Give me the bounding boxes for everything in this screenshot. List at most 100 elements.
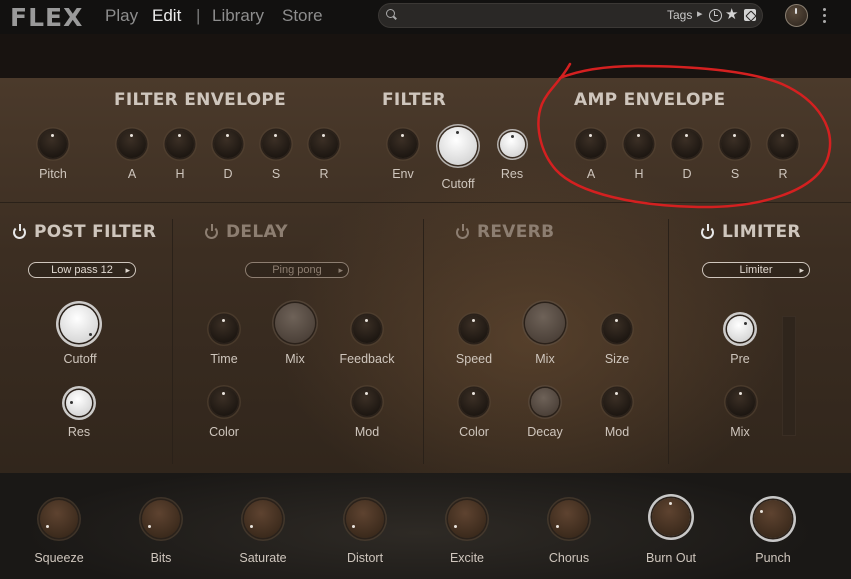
- delay-mod-label: Mod: [354, 425, 380, 439]
- filter-env-hold-knob[interactable]: [166, 130, 194, 158]
- nav-library[interactable]: Library: [212, 6, 264, 26]
- section-divider: [172, 219, 173, 464]
- delay-color-label: Color: [209, 425, 239, 439]
- limiter-mode-select[interactable]: Limiter ▸: [702, 262, 810, 278]
- filter-cutoff-knob[interactable]: [439, 127, 477, 165]
- search-icon: [386, 9, 395, 18]
- delay-mode-select[interactable]: Ping pong ▸: [245, 262, 349, 278]
- search-input[interactable]: [401, 6, 661, 25]
- tags-filter-button[interactable]: Tags: [667, 8, 692, 22]
- top-bar: FLEX Play Edit | Library Store Tags ▸ ★: [0, 0, 851, 34]
- reverb-color-knob[interactable]: [460, 388, 488, 416]
- chorus-knob[interactable]: [550, 500, 588, 538]
- distort-label: Distort: [346, 551, 384, 565]
- nav-edit[interactable]: Edit: [152, 6, 181, 26]
- post-filter-cutoff-knob[interactable]: [60, 305, 98, 343]
- post-filter-res-label: Res: [67, 425, 91, 439]
- filter-env-amount-knob[interactable]: [389, 130, 417, 158]
- filter-resonance-knob[interactable]: [500, 132, 525, 157]
- limiter-level-meter: [782, 316, 796, 436]
- master-volume-knob[interactable]: [785, 4, 808, 27]
- amp-env-decay-knob[interactable]: [673, 130, 701, 158]
- chevron-right-icon: ▸: [338, 265, 343, 275]
- delay-mode-value: Ping pong: [272, 264, 322, 276]
- punch-knob[interactable]: [754, 500, 792, 538]
- delay-mix-knob[interactable]: [275, 303, 315, 343]
- reverb-power-icon[interactable]: [456, 224, 469, 239]
- reverb-decay-label: Decay: [527, 425, 563, 439]
- limiter-mode-value: Limiter: [739, 264, 773, 276]
- delay-title: DELAY: [226, 222, 288, 242]
- saturate-knob[interactable]: [244, 500, 282, 538]
- post-filter-res-knob[interactable]: [66, 390, 92, 416]
- delay-power-icon[interactable]: [205, 224, 218, 239]
- excite-label: Excite: [449, 551, 485, 565]
- limiter-power-icon[interactable]: [701, 224, 714, 239]
- post-filter-mode-value: Low pass 12: [51, 264, 113, 276]
- reverb-decay-knob[interactable]: [531, 388, 559, 416]
- chevron-right-icon: ▸: [125, 265, 130, 275]
- delay-feedback-knob[interactable]: [353, 315, 381, 343]
- reverb-speed-knob[interactable]: [460, 315, 488, 343]
- limiter-mix-label: Mix: [730, 425, 750, 439]
- amp-env-attack-knob[interactable]: [577, 130, 605, 158]
- amp-env-sustain-knob[interactable]: [721, 130, 749, 158]
- random-dice-icon[interactable]: [744, 9, 756, 21]
- star-icon[interactable]: ★: [725, 5, 738, 23]
- punch-label: Punch: [755, 551, 791, 565]
- chorus-label: Chorus: [548, 551, 590, 565]
- post-filter-cutoff-label: Cutoff: [63, 352, 97, 366]
- post-filter-power-icon[interactable]: [13, 224, 26, 239]
- more-menu-icon[interactable]: [820, 6, 830, 26]
- delay-feedback-label: Feedback: [339, 352, 395, 366]
- search-bar: Tags ▸ ★: [378, 3, 763, 28]
- section-divider: [423, 219, 424, 464]
- chevron-right-icon: ▸: [697, 7, 703, 20]
- filter-title: FILTER: [382, 90, 447, 110]
- app-logo: FLEX: [10, 3, 84, 32]
- amp-envelope-title: AMP ENVELOPE: [574, 90, 726, 110]
- filter-env-attack-knob[interactable]: [118, 130, 146, 158]
- amp-env-release-knob[interactable]: [769, 130, 797, 158]
- reverb-mod-label: Mod: [604, 425, 630, 439]
- section-divider: [668, 219, 669, 464]
- nav-play[interactable]: Play: [105, 6, 138, 26]
- filter-env-sustain-knob[interactable]: [262, 130, 290, 158]
- bits-knob[interactable]: [142, 500, 180, 538]
- delay-color-knob[interactable]: [210, 388, 238, 416]
- filter-env-release-knob[interactable]: [310, 130, 338, 158]
- nav-separator: |: [196, 6, 201, 25]
- burn-out-label: Burn Out: [645, 551, 697, 565]
- post-filter-title: POST FILTER: [34, 222, 157, 242]
- delay-mod-knob[interactable]: [353, 388, 381, 416]
- excite-knob[interactable]: [448, 500, 486, 538]
- nav-store[interactable]: Store: [282, 6, 323, 26]
- squeeze-label: Squeeze: [34, 551, 84, 565]
- pitch-knob[interactable]: [39, 130, 67, 158]
- filter-env-decay-knob[interactable]: [214, 130, 242, 158]
- reverb-title: REVERB: [477, 222, 555, 242]
- reverb-mix-knob[interactable]: [525, 303, 565, 343]
- amp-env-hold-knob[interactable]: [625, 130, 653, 158]
- filter-env-release-label: R: [319, 167, 329, 181]
- reverb-mod-knob[interactable]: [603, 388, 631, 416]
- history-icon[interactable]: [709, 9, 722, 22]
- reverb-size-label: Size: [604, 352, 630, 366]
- distort-knob[interactable]: [346, 500, 384, 538]
- limiter-title: LIMITER: [722, 222, 801, 242]
- reverb-color-label: Color: [459, 425, 489, 439]
- squeeze-knob[interactable]: [40, 500, 78, 538]
- delay-mix-label: Mix: [285, 352, 305, 366]
- delay-time-knob[interactable]: [210, 315, 238, 343]
- limiter-pre-knob[interactable]: [727, 316, 753, 342]
- limiter-mix-knob[interactable]: [727, 388, 755, 416]
- top-band: [0, 34, 851, 78]
- section-divider: [0, 202, 851, 203]
- delay-time-label: Time: [210, 352, 238, 366]
- post-filter-mode-select[interactable]: Low pass 12 ▸: [28, 262, 136, 278]
- reverb-size-knob[interactable]: [603, 315, 631, 343]
- filter-resonance-label: Res: [500, 167, 524, 181]
- burn-out-knob[interactable]: [652, 498, 690, 536]
- amp-env-release-label: R: [778, 167, 788, 181]
- filter-envelope-title: FILTER ENVELOPE: [114, 90, 287, 110]
